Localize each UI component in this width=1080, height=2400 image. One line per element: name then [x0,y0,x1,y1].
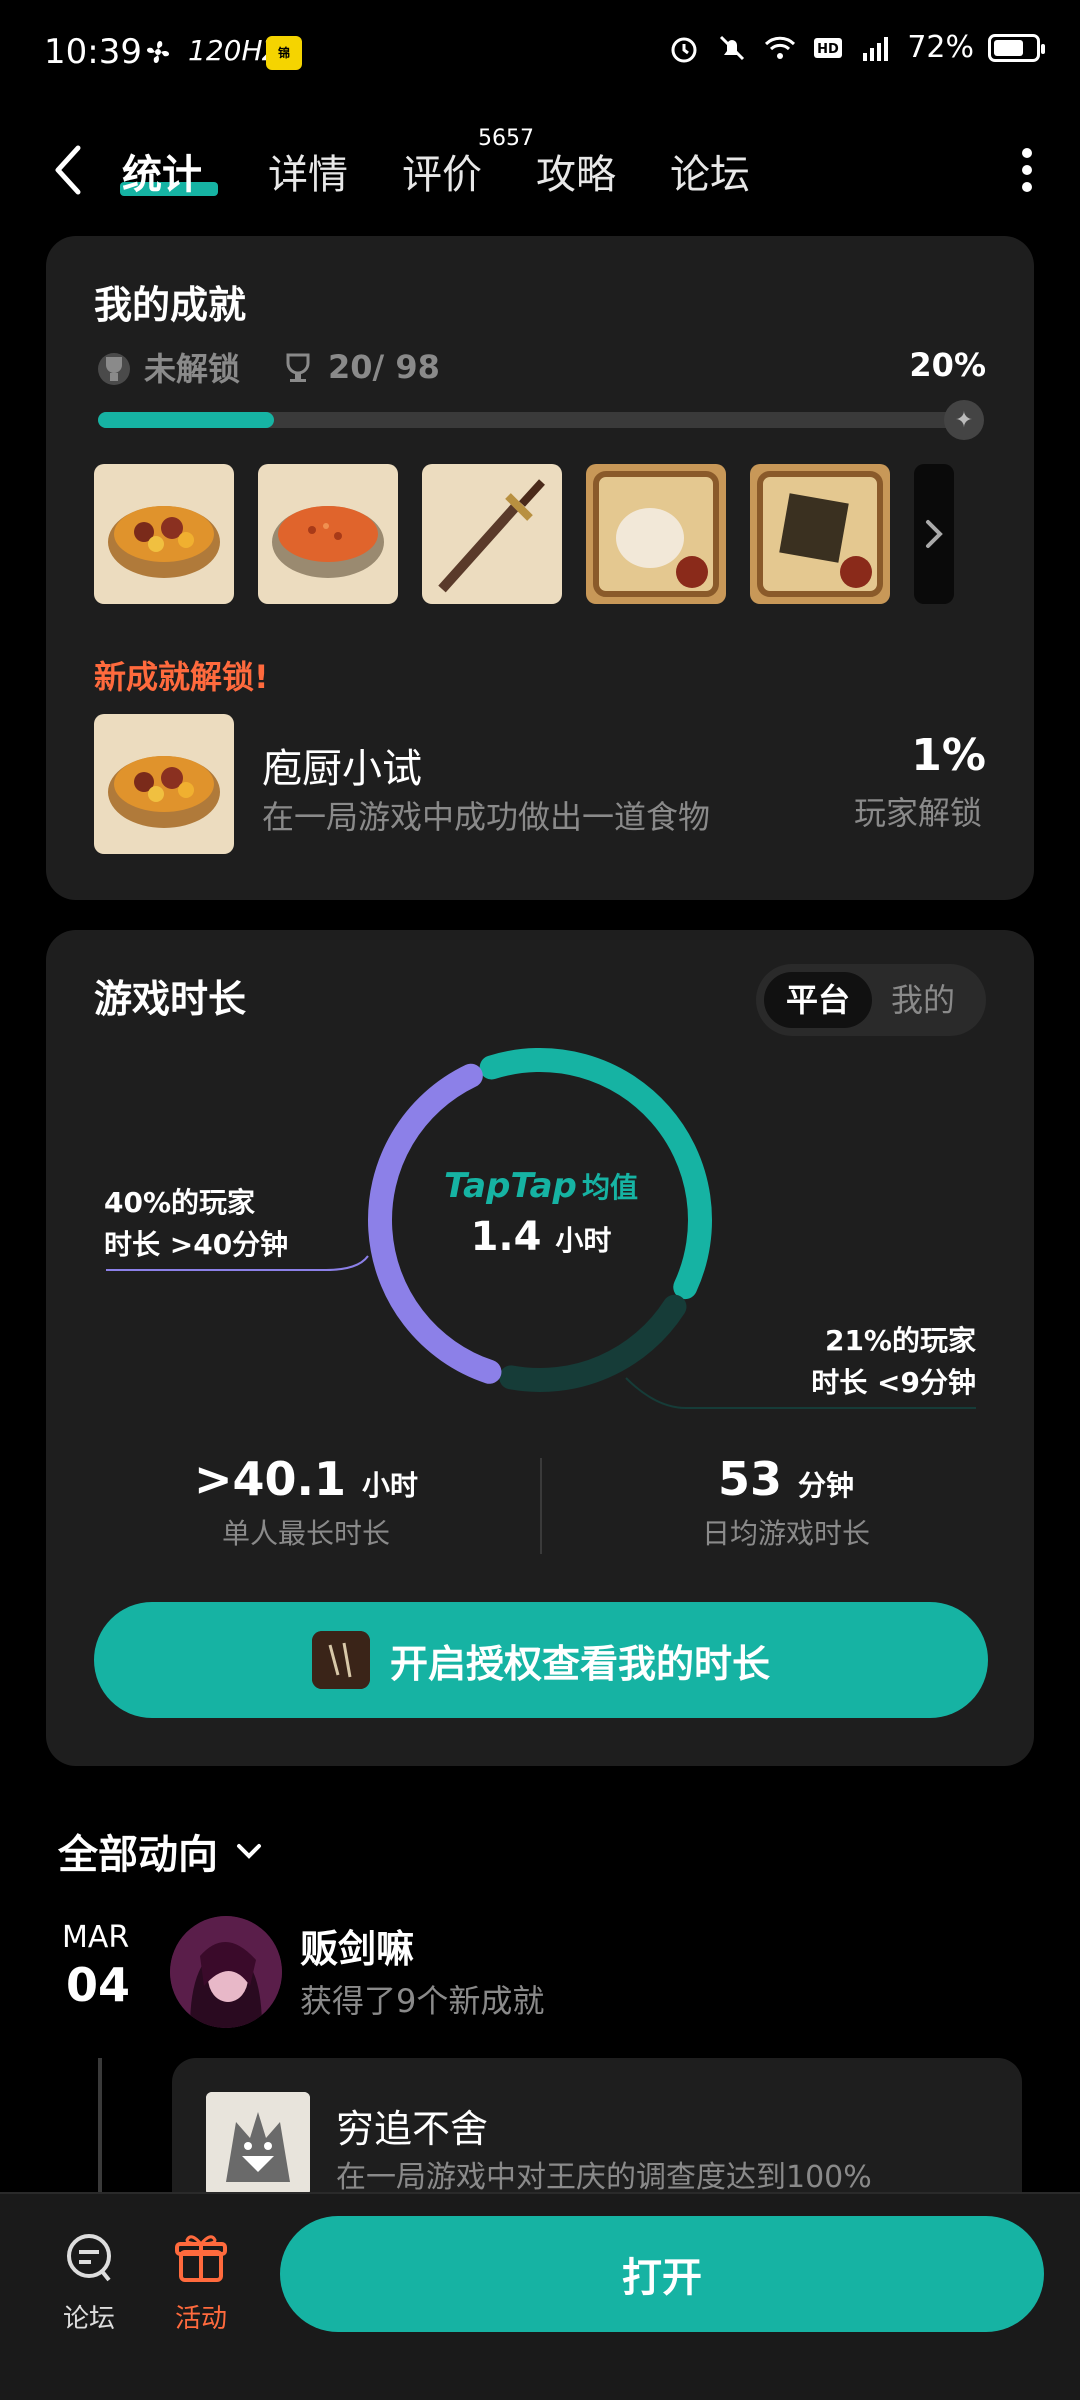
achievements-title: 我的成就 [94,283,247,327]
open-game-button[interactable]: 打开 [280,2216,1044,2332]
left-distribution-note: 40%的玩家 时长 >40分钟 [104,1182,288,1266]
ring-segment-dark [499,1294,687,1392]
achievement-thumbnails [94,464,954,604]
fan-icon [146,40,170,64]
daily-playtime-value: 53 [717,1452,782,1506]
game-app-icon [311,1631,370,1689]
gift-icon [175,2235,227,2282]
notification-app-icon: 锦 [266,36,302,70]
activity-filter-label: 全部动向 [58,1832,218,1878]
status-bar: 10:39 120HZ 锦 HD 72% [0,0,1080,110]
featured-achievement-thumb[interactable] [94,714,234,854]
bottom-activity-label: 活动 [174,2304,227,2334]
right-note-line2: 时长 <9分钟 [811,1366,976,1399]
bottom-forum-button[interactable]: 论坛 [44,2230,134,2335]
right-distribution-note: 21%的玩家 时长 <9分钟 [811,1320,976,1404]
status-time: 10:39 [44,32,142,72]
bottom-action-bar: 论坛 活动 打开 [0,2192,1080,2400]
authorize-button-label: 开启授权查看我的时长 [389,1641,770,1686]
locked-trophy-icon [98,353,130,385]
feed-achievement-description: 在一局游戏中对王庆的调查度达到100% [336,2160,872,2195]
chevron-down-icon [237,1844,261,1859]
average-hours-unit: 小时 [555,1224,612,1257]
more-options-icon[interactable] [1022,148,1034,192]
left-note-line1: 40%的玩家 [104,1186,256,1219]
tab-reviews[interactable]: 评价 [402,142,482,200]
achievements-card[interactable]: 我的成就 未解锁 20/ 98 20% ✦ 新成就解锁! 庖厨小试 在一局游戏中… [46,236,1034,900]
max-playtime-label: 单人最长时长 [221,1517,390,1550]
daily-playtime-stat: 53 分钟 日均游戏时长 [586,1452,986,1552]
average-hours-value: 1.4 [470,1214,542,1260]
achievement-percent: 20% [909,346,986,384]
bottom-forum-label: 论坛 [62,2304,115,2334]
battery-percent: 72% [907,30,974,65]
stats-divider [540,1458,542,1554]
trophy-icon [286,353,310,382]
top-navigation: 统计 详情 评价 5657 攻略 论坛 [0,120,1080,220]
feed-date-month: MAR [62,1920,130,1955]
svg-text:HD: HD [817,42,839,57]
thumbnails-next-button[interactable] [914,464,954,604]
featured-achievement-description: 在一局游戏中成功做出一道食物 [262,798,711,836]
back-arrow-icon[interactable] [48,142,88,198]
activity-filter-dropdown[interactable]: 全部动向 [58,1822,266,1880]
tab-details[interactable]: 详情 [268,142,348,200]
tab-stats[interactable]: 统计 [122,142,202,200]
feed-username[interactable]: 贩剑嘛 [300,1918,414,1973]
ring-center: TapTap 均值 1.4 小时 [436,1166,646,1260]
achievement-thumb-stew[interactable] [94,464,234,604]
daily-playtime-label: 日均游戏时长 [701,1517,870,1550]
chevron-right-icon [926,520,943,548]
signal-icon [863,36,889,61]
avatar[interactable] [170,1916,282,2028]
featured-achievement-name: 庖厨小试 [262,746,422,792]
reviews-count-badge: 5657 [478,126,534,151]
achievement-count: 20/ 98 [328,348,440,386]
mute-icon [720,35,745,60]
taptap-logo: TapTap [444,1166,577,1206]
authorize-playtime-button[interactable]: 开启授权查看我的时长 [94,1602,988,1718]
featured-achievement-percent: 1% [911,730,986,781]
left-note-line2: 时长 >40分钟 [104,1228,289,1261]
achievement-thumb-pouch[interactable] [586,464,726,604]
featured-achievement-percent-label: 玩家解锁 [853,794,982,832]
feed-achievement-name: 穷追不舍 [336,2107,489,2151]
locked-label: 未解锁 [144,350,241,388]
max-playtime-stat: >40.1 小时 单人最长时长 [106,1452,506,1552]
achievement-thumb-sword[interactable] [422,464,562,604]
bottom-activity-button[interactable]: 活动 [156,2230,246,2335]
feed-achievement-thumb [206,2092,310,2196]
achievement-thumb-soup[interactable] [258,464,398,604]
feed-date-day: 04 [66,1958,131,2012]
feed-action-text: 获得了9个新成就 [300,1982,545,2020]
achievement-progress-fill [98,412,274,428]
alarm-icon [671,37,697,62]
average-label: 均值 [581,1171,638,1204]
playtime-card: 游戏时长 平台 我的 TapTap 均值 1.4 小时 40%的玩家 时长 >4… [46,930,1034,1766]
forum-icon [67,2234,111,2282]
progress-end-star-icon: ✦ [944,400,984,440]
max-playtime-value: >40.1 [193,1452,346,1506]
battery-icon [988,33,1045,62]
right-note-line1: 21%的玩家 [824,1324,976,1357]
daily-playtime-unit: 分钟 [798,1469,855,1502]
tab-forum[interactable]: 论坛 [670,142,750,200]
hd-icon: HD [814,37,843,58]
achievement-progress-bar: ✦ [98,400,984,440]
achievement-thumb-map[interactable] [750,464,890,604]
new-unlock-label: 新成就解锁! [94,658,269,696]
max-playtime-unit: 小时 [362,1469,419,1502]
wifi-icon [765,36,796,59]
timeline-line [98,2058,102,2198]
tab-guides[interactable]: 攻略 [536,142,616,200]
